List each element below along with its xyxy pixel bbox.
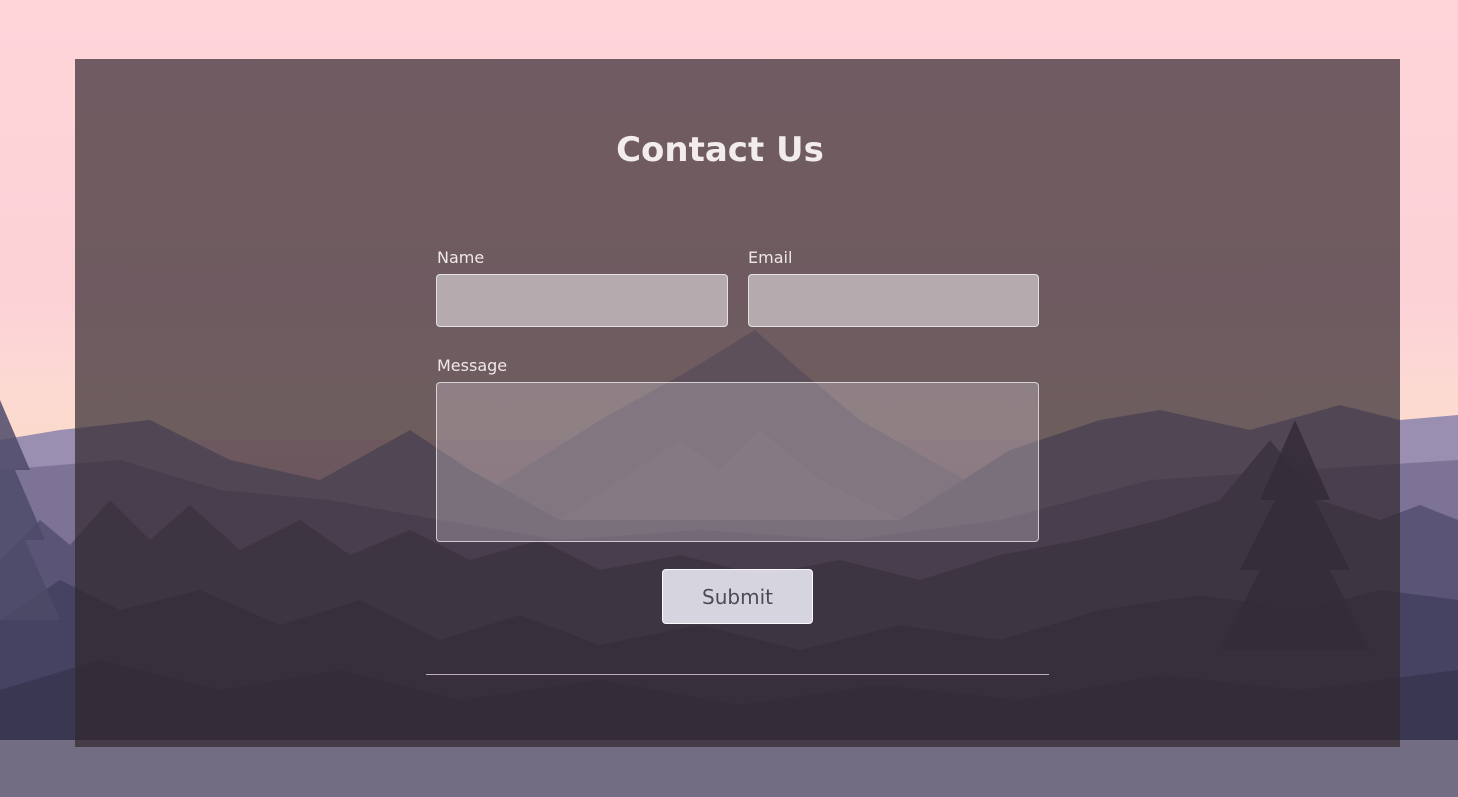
email-label: Email [748,248,793,267]
message-textarea[interactable] [436,382,1039,542]
page-title: Contact Us [616,130,824,170]
name-label: Name [437,248,485,267]
form-divider [426,674,1049,675]
email-input[interactable] [748,274,1039,327]
message-label: Message [437,356,508,375]
submit-button[interactable]: Submit [662,569,813,624]
contact-page: Contact Us Name Email Message Submit [0,0,1458,797]
name-input[interactable] [436,274,728,327]
